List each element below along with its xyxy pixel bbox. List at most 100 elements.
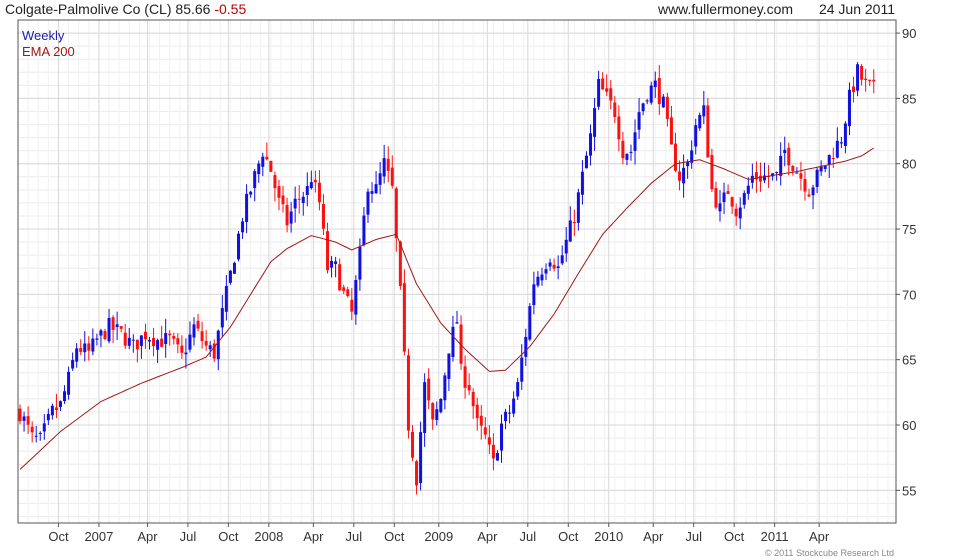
candle-body [536,276,540,286]
x-tick-label: Jul [346,529,363,544]
candle-body [297,198,301,200]
candle-body [317,182,321,203]
chart-date: 24 Jun 2011 [818,1,895,17]
candle-body [443,375,447,401]
candle-body [423,382,427,434]
x-tick-label: Oct [724,529,745,544]
chart-grid [17,19,896,523]
candle-body [718,203,722,212]
candle-body [807,194,811,197]
candle-body [758,175,762,182]
candle-body [633,132,637,151]
candle-body [313,179,317,183]
candle-body [779,155,783,176]
candle-body [673,143,677,171]
candle-body [815,169,819,187]
price-chart: 55 60 65 70 75 80 85 90 Oct 2007 Apr Jul Oct 2008 Apr… [17,19,916,544]
candle-body [843,123,847,146]
x-tick-label: Apr [643,529,664,544]
candle-body [415,461,419,486]
candle-body [71,359,75,369]
candle-body [358,246,362,280]
candle-body [669,117,673,145]
y-tick-label: 55 [902,483,916,498]
candle-body [730,197,734,207]
x-tick-label: Oct [48,529,69,544]
candle-body [111,317,115,330]
candle-body [216,330,220,360]
candle-body [184,352,188,355]
y-tick-label: 75 [902,222,916,237]
candle-body [500,423,504,451]
y-tick-label: 70 [902,287,916,302]
candle-body [50,405,54,416]
y-tick-label: 65 [902,353,916,368]
candle-body [746,185,750,194]
y-axis: 55 60 65 70 75 80 85 90 [896,26,916,498]
candle-body [115,324,119,327]
candle-body [83,343,87,353]
candle-body [54,407,58,410]
candle-body [827,154,831,165]
candle-body [726,191,730,194]
candle-body [350,299,354,312]
candle-body [123,332,127,346]
candle-body [556,266,560,269]
candle-body [402,283,406,352]
candle-body [164,333,168,345]
chart-source: www.fullermoney.com 24 Jun 2011 [636,1,895,17]
y-tick-label: 85 [902,91,916,106]
candle-body [722,192,726,203]
candle-body [552,264,556,269]
candle-body [188,334,192,350]
candle-body [257,163,261,175]
candle-body [103,331,107,340]
candle-body [119,326,123,329]
candle-body [512,398,516,414]
candle-body [835,140,839,158]
candle-body [232,262,236,274]
candle-body [479,415,483,426]
candle-body [305,186,309,195]
candle-body [273,175,277,189]
candle-body [410,431,414,458]
candle-body [406,355,410,431]
candle-body [79,348,83,352]
x-tick-label: Oct [218,529,239,544]
candle-body [196,320,200,329]
candle-body [42,423,46,432]
candle-body [803,179,807,192]
candle-body [67,371,71,395]
candle-body [544,269,548,274]
candle-body [738,207,742,219]
candle-body [593,108,597,137]
candle-body [560,255,564,264]
x-tick-label: 2007 [84,529,113,544]
candle-body [208,345,212,350]
candle-body [95,338,99,340]
candle-body [22,416,26,421]
candle-body [775,172,779,174]
candle-body [285,204,289,226]
candle-body [127,337,131,346]
candle-body [224,285,228,312]
candle-body [791,166,795,172]
candle-body [99,330,103,336]
x-tick-label: Oct [558,529,579,544]
candle-body [370,191,374,194]
candle-body [584,155,588,169]
candle-body [301,196,305,203]
x-tick-label: 2008 [254,529,283,544]
candle-body [483,427,487,435]
candle-body [847,89,851,127]
x-tick-label: Jul [519,529,536,544]
candle-body [661,96,665,108]
candle-body [200,331,204,342]
source-link[interactable]: www.fullermoney.com [658,1,793,17]
candle-body [321,204,325,229]
candle-body [135,339,139,350]
candle-body [609,88,613,101]
candle-body [241,221,245,233]
candle-body [589,133,593,156]
candle-body [597,79,601,107]
